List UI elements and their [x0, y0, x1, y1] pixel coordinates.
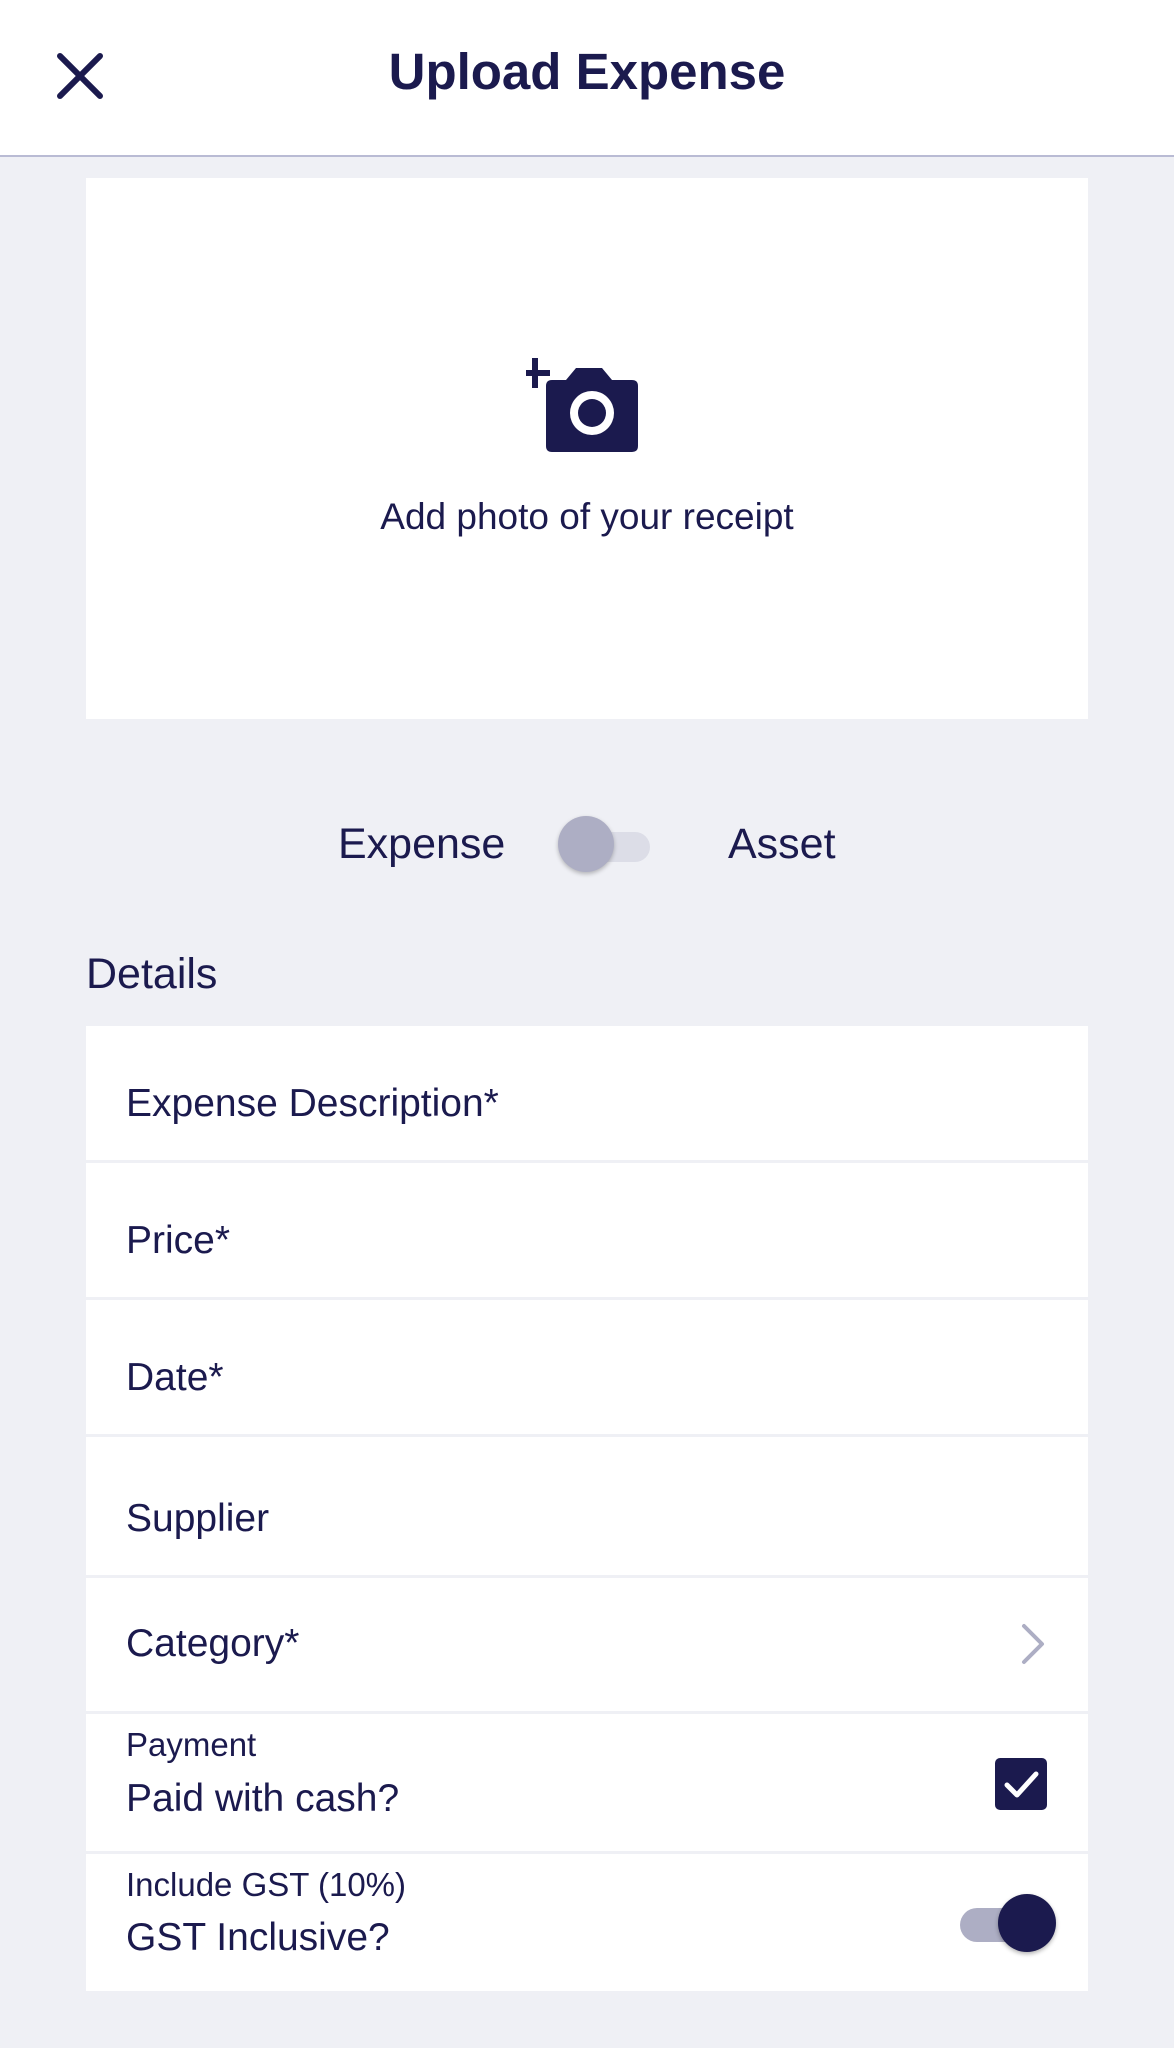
paid-with-cash-label: Paid with cash? — [126, 1777, 400, 1820]
supplier-label: Supplier — [126, 1497, 270, 1540]
add-receipt-label: Add photo of your receipt — [380, 496, 794, 537]
price-field[interactable]: Price* — [86, 1163, 1088, 1297]
gst-inclusive-switch[interactable] — [958, 1892, 1058, 1954]
date-field[interactable]: Date* — [86, 1300, 1088, 1434]
category-field[interactable]: Category* — [86, 1578, 1088, 1711]
add-receipt-photo-area[interactable]: Add photo of your receipt — [86, 178, 1088, 719]
page-title: Upload Expense — [388, 43, 786, 100]
description-label: Expense Description* — [126, 1082, 499, 1125]
expense-asset-toggle-row: Expense Asset — [0, 810, 1174, 880]
top-bar: Upload Expense — [0, 0, 1174, 157]
expense-asset-switch[interactable] — [556, 814, 654, 876]
checkmark-icon — [1004, 1771, 1039, 1798]
date-label: Date* — [126, 1356, 224, 1399]
payment-caption: Payment — [126, 1726, 257, 1763]
paid-with-cash-checkbox[interactable] — [995, 1758, 1047, 1810]
description-field[interactable]: Expense Description* — [86, 1026, 1088, 1160]
chevron-right-icon — [1022, 1624, 1044, 1664]
expense-label: Expense — [338, 820, 506, 868]
gst-inclusive-label: GST Inclusive? — [126, 1916, 390, 1959]
supplier-field[interactable]: Supplier — [86, 1437, 1088, 1575]
gst-row: Include GST (10%) GST Inclusive? — [86, 1854, 1088, 1991]
add-photo-camera-icon — [526, 358, 638, 452]
switch-knob — [558, 816, 614, 872]
category-label: Category* — [126, 1622, 300, 1665]
details-section-title: Details — [86, 950, 218, 998]
price-label: Price* — [126, 1219, 231, 1262]
switch-knob — [998, 1894, 1056, 1952]
payment-row: Payment Paid with cash? — [86, 1714, 1088, 1851]
gst-caption: Include GST (10%) — [126, 1866, 407, 1903]
asset-label: Asset — [728, 820, 836, 868]
